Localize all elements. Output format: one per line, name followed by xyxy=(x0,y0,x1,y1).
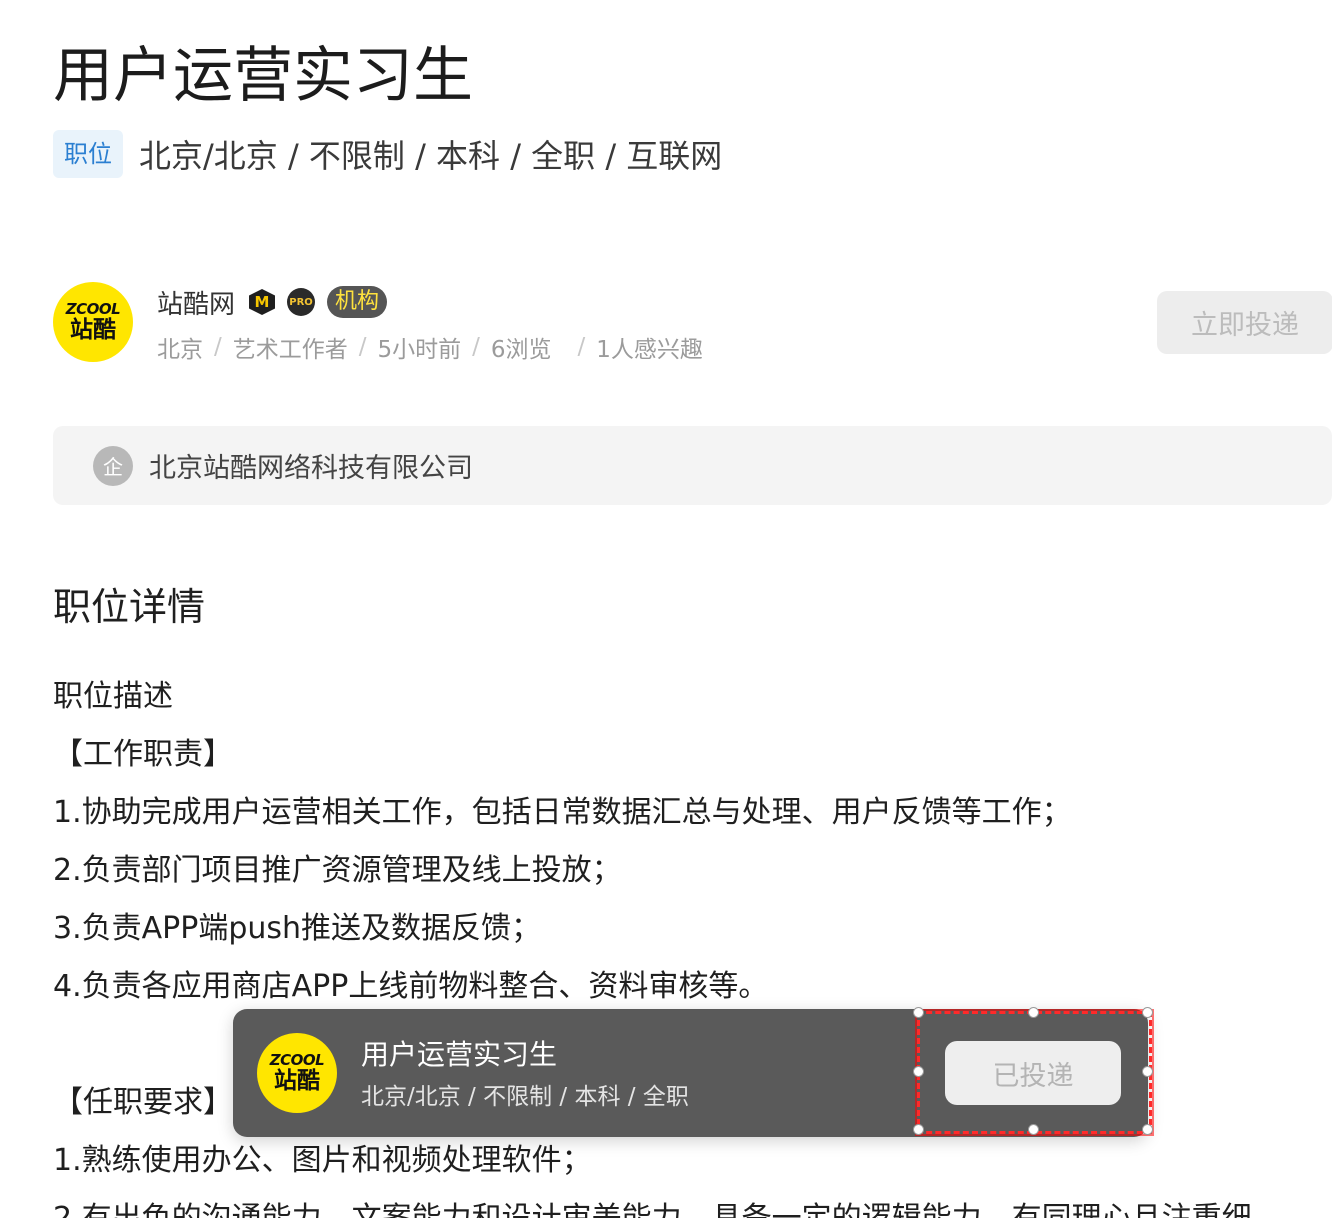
page-title: 用户运营实习生 xyxy=(53,41,473,111)
applied-button[interactable]: 已投递 xyxy=(945,1041,1121,1105)
publisher-meta: 北京 / 艺术工作者 / 5小时前 / 6浏览 / 1人感兴趣 xyxy=(157,330,703,364)
view-count: 6浏览 xyxy=(490,337,552,363)
logo-text-bottom: 站酷 xyxy=(274,1068,320,1094)
logo-text-top: ZCOOL xyxy=(65,300,121,318)
desc-subheading-requirements: 【任职要求】 xyxy=(53,1085,233,1120)
selection-handle[interactable] xyxy=(1142,1124,1153,1135)
org-badge: 机构 xyxy=(327,286,388,318)
desc-heading: 职位描述 xyxy=(53,679,173,714)
floating-job-title: 用户运营实习生 xyxy=(361,1038,558,1071)
separator: / xyxy=(577,334,586,360)
pro-badge-icon: PRO xyxy=(287,288,316,316)
job-meta: 北京/北京 / 不限制 / 本科 / 全职 / 互联网 xyxy=(139,137,723,175)
desc-line: 1.协助完成用户运营相关工作，包括日常数据汇总与处理、用户反馈等工作； xyxy=(53,795,1072,830)
desc-subheading-duties: 【工作职责】 xyxy=(53,737,233,772)
section-title-job-details: 职位详情 xyxy=(53,585,206,629)
floating-job-meta: 北京/北京 / 不限制 / 本科 / 全职 xyxy=(361,1084,689,1110)
selection-handle[interactable] xyxy=(1142,1066,1153,1077)
job-tag-row: 职位 北京/北京 / 不限制 / 本科 / 全职 / 互联网 xyxy=(53,130,722,178)
desc-line: 3.负责APP端push推送及数据反馈； xyxy=(53,911,542,946)
selection-handle[interactable] xyxy=(1028,1124,1039,1135)
publish-time: 5小时前 xyxy=(377,337,462,363)
m-badge-icon: M xyxy=(249,289,276,315)
company-bar[interactable]: 企 北京站酷网络科技有限公司 xyxy=(53,426,1332,505)
desc-line: 1.熟练使用办公、图片和视频处理软件； xyxy=(53,1143,592,1178)
selection-handle[interactable] xyxy=(913,1124,924,1135)
publisher-name[interactable]: 站酷网 xyxy=(157,284,235,321)
desc-line: 2.负责部门项目推广资源管理及线上投放； xyxy=(53,853,622,888)
job-detail-page: 用户运营实习生 职位 北京/北京 / 不限制 / 本科 / 全职 / 互联网 Z… xyxy=(0,0,1332,1218)
selection-handle[interactable] xyxy=(913,1066,924,1077)
company-name: 北京站酷网络科技有限公司 xyxy=(149,453,473,484)
selection-handle[interactable] xyxy=(1028,1007,1039,1018)
job-tag-badge: 职位 xyxy=(53,130,123,178)
desc-line: 4.负责各应用商店APP上线前物料整合、资料审核等。 xyxy=(53,969,769,1004)
publisher-role: 艺术工作者 xyxy=(232,337,348,363)
publisher-name-row: 站酷网 M PRO 机构 xyxy=(157,284,388,321)
selection-handle[interactable] xyxy=(913,1007,924,1018)
desc-line: 2.有出色的沟通能力、文案能力和设计审美能力，具备一定的逻辑能力，有同理心且注重… xyxy=(53,1199,1252,1218)
publisher-card: ZCOOL 站酷 站酷网 M PRO 机构 北京 / 艺术工作者 / 5小时前 … xyxy=(53,282,1332,364)
apply-now-button[interactable]: 立即投递 xyxy=(1157,291,1332,354)
interest-count: 1人感兴趣 xyxy=(596,337,703,363)
separator: / xyxy=(358,334,367,360)
separator: / xyxy=(472,334,480,360)
selection-handle[interactable] xyxy=(1142,1007,1153,1018)
company-icon: 企 xyxy=(93,445,133,486)
zcool-logo: ZCOOL 站酷 xyxy=(257,1033,337,1113)
publisher-city: 北京 xyxy=(157,337,203,363)
logo-text-bottom: 站酷 xyxy=(70,317,116,343)
logo-text-top: ZCOOL xyxy=(269,1051,325,1069)
floating-apply-bar: ZCOOL 站酷 用户运营实习生 北京/北京 / 不限制 / 本科 / 全职 已… xyxy=(233,1009,1148,1137)
zcool-logo[interactable]: ZCOOL 站酷 xyxy=(53,282,133,362)
separator: / xyxy=(214,334,222,360)
